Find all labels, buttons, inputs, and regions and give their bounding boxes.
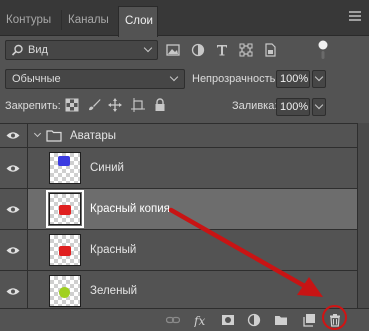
new-layer-icon[interactable] xyxy=(302,313,316,327)
filter-shape-icon[interactable] xyxy=(239,43,253,57)
search-icon xyxy=(11,44,23,56)
eye-icon[interactable] xyxy=(6,205,20,214)
visibility-cell[interactable] xyxy=(0,148,28,188)
opacity-label: Непрозрачность: xyxy=(192,73,279,85)
chevron-expand-icon[interactable] xyxy=(33,129,42,138)
avatar-red-shape xyxy=(59,246,71,256)
eye-icon[interactable] xyxy=(6,246,20,255)
lock-transparent-icon[interactable] xyxy=(65,98,79,112)
avatar-green-shape xyxy=(59,287,70,298)
filter-smart-object-icon[interactable] xyxy=(263,43,277,57)
eye-icon[interactable] xyxy=(6,164,20,173)
chevron-down-icon xyxy=(314,72,324,82)
eye-icon[interactable] xyxy=(6,131,20,140)
layer-name: Синий xyxy=(90,162,124,174)
filter-adjustment-icon[interactable] xyxy=(191,43,205,57)
filter-label: Вид xyxy=(28,44,48,56)
layer-row[interactable]: Синий xyxy=(0,148,357,189)
svg-text:fx: fx xyxy=(194,314,205,327)
layers-scrollbar[interactable] xyxy=(357,123,369,308)
blend-mode-label: Обычные xyxy=(12,73,61,85)
layer-filter-select[interactable]: Вид xyxy=(5,40,158,60)
folder-icon xyxy=(46,130,62,142)
lock-icon[interactable] xyxy=(153,98,167,112)
tab-layers[interactable]: Слои xyxy=(118,6,158,37)
tab-channels[interactable]: Каналы xyxy=(62,6,118,36)
chevron-down-icon xyxy=(169,72,179,82)
visibility-cell[interactable] xyxy=(0,271,28,308)
visibility-cell[interactable] xyxy=(0,230,28,270)
filter-type-icon[interactable] xyxy=(215,43,229,57)
layers-list: Аватары Синий Красный копия Красный Зеле… xyxy=(0,123,357,308)
layers-bottom-toolbar: fx xyxy=(0,308,369,331)
tab-paths[interactable]: Контуры xyxy=(0,6,60,36)
layer-row-selected[interactable]: Красный копия xyxy=(0,189,357,230)
layer-thumbnail[interactable] xyxy=(49,275,81,307)
visibility-cell[interactable] xyxy=(0,189,28,229)
layer-thumbnail[interactable] xyxy=(49,234,81,266)
link-icon[interactable] xyxy=(166,313,180,327)
layer-row[interactable]: Зеленый xyxy=(0,271,357,308)
annotation-circle xyxy=(322,305,347,330)
opacity-input[interactable]: 100% xyxy=(276,70,310,88)
chevron-down-icon xyxy=(314,100,324,110)
layer-name: Аватары xyxy=(70,130,116,142)
layer-thumbnail[interactable] xyxy=(49,152,81,184)
layer-row[interactable]: Красный xyxy=(0,230,357,271)
fill-dropdown[interactable] xyxy=(312,98,326,116)
visibility-cell[interactable] xyxy=(0,124,28,147)
mask-icon[interactable] xyxy=(221,313,235,327)
layer-name: Красный xyxy=(90,244,137,256)
filter-pixel-icon[interactable] xyxy=(166,43,180,57)
fx-icon[interactable]: fx xyxy=(194,313,208,327)
folder-icon[interactable] xyxy=(274,313,288,327)
avatar-blue-shape xyxy=(58,156,70,166)
layer-name: Зеленый xyxy=(90,285,138,297)
eye-icon[interactable] xyxy=(6,287,20,296)
filter-toggle-icon[interactable] xyxy=(315,39,331,61)
fill-input[interactable]: 100% xyxy=(276,98,310,116)
layer-group-row[interactable]: Аватары xyxy=(0,124,357,148)
avatar-red-shape xyxy=(59,205,71,215)
opacity-dropdown[interactable] xyxy=(312,70,326,88)
adjustment-icon[interactable] xyxy=(247,313,261,327)
chevron-down-icon xyxy=(143,43,153,53)
brush-icon[interactable] xyxy=(87,98,101,112)
artboard-icon[interactable] xyxy=(131,98,145,112)
layer-name: Красный копия xyxy=(90,203,170,215)
fill-label: Заливка: xyxy=(232,100,278,112)
move-icon[interactable] xyxy=(108,98,122,112)
panel-menu-icon[interactable] xyxy=(349,11,361,21)
lock-label: Закрепить: xyxy=(5,100,61,112)
layer-thumbnail[interactable] xyxy=(46,190,84,228)
blend-mode-select[interactable]: Обычные xyxy=(5,69,185,89)
panel-tab-bar: Контуры Каналы Слои xyxy=(0,0,369,37)
